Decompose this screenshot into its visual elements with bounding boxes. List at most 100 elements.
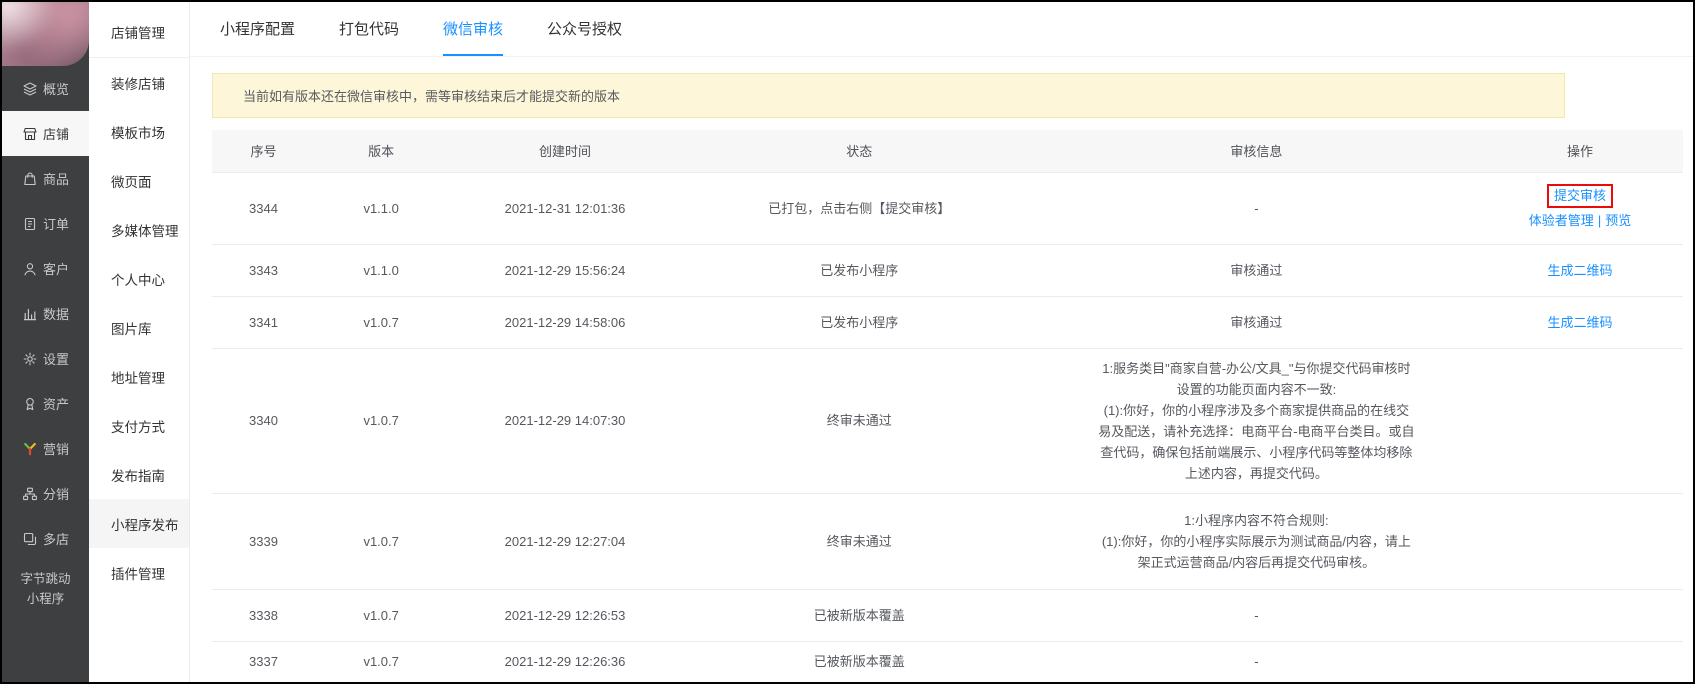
tab-miniprogram-config[interactable]: 小程序配置 [220, 2, 295, 56]
sidebar-item-shop[interactable]: 店铺 [2, 111, 89, 156]
cell-ops: 生成二维码 [1477, 244, 1683, 296]
sidebar-item-label: 概览 [43, 79, 69, 98]
sidebar-item-marketing[interactable]: 营销 [2, 426, 89, 471]
cell-seq: 3340 [212, 348, 315, 493]
table-header-row: 序号 版本 创建时间 状态 审核信息 操作 [212, 130, 1683, 172]
cell-status: 终审未通过 [683, 493, 1036, 589]
sidebar-item-overview[interactable]: 概览 [2, 66, 89, 111]
cell-status: 已被新版本覆盖 [683, 641, 1036, 681]
cell-info: 1:小程序内容不符合规则: (1):你好，你的小程序实际展示为测试商品/内容，请… [1036, 493, 1477, 589]
person-icon [22, 261, 38, 277]
cell-info: 1:服务类目"商家自营-办公/文具_"与你提交代码审核时 设置的功能页面内容不一… [1036, 348, 1477, 493]
cell-version: v1.0.7 [315, 348, 447, 493]
table-row: 3338 v1.0.7 2021-12-29 12:26:53 已被新版本覆盖 … [212, 589, 1683, 641]
submit-review-link[interactable]: 提交审核 [1547, 184, 1613, 208]
sidebar-item-assets[interactable]: 资产 [2, 381, 89, 426]
col-header-version: 版本 [315, 130, 447, 172]
sidebar-item-label: 订单 [43, 214, 69, 233]
sidebar-item-label: 客户 [43, 259, 69, 278]
sidebar-item-multistore[interactable]: 多店 [2, 516, 89, 561]
sidebar-item-label: 商品 [43, 169, 69, 188]
cell-status: 已打包，点击右侧【提交审核】 [683, 172, 1036, 244]
cell-status: 已发布小程序 [683, 244, 1036, 296]
col-header-info: 审核信息 [1036, 130, 1477, 172]
tab-official-account-auth[interactable]: 公众号授权 [547, 2, 622, 56]
link-separator: | [1598, 213, 1601, 228]
cell-status: 已被新版本覆盖 [683, 589, 1036, 641]
cell-info: - [1036, 641, 1477, 681]
cell-seq: 3339 [212, 493, 315, 589]
shop-submenu: 店铺管理 装修店铺 模板市场 微页面 多媒体管理 个人中心 图片库 地址管理 支… [89, 2, 190, 682]
cell-seq: 3344 [212, 172, 315, 244]
submenu-item-personal-center[interactable]: 个人中心 [89, 254, 189, 303]
sidebar-item-label: 分销 [43, 484, 69, 503]
submenu-item-plugin-manage[interactable]: 插件管理 [89, 548, 189, 597]
cell-created: 2021-12-29 12:27:04 [447, 493, 682, 589]
app-window: 概览 店铺 商品 订单 客户 [0, 0, 1695, 684]
cell-version: v1.1.0 [315, 172, 447, 244]
cell-created: 2021-12-29 12:26:53 [447, 589, 682, 641]
cell-info: - [1036, 172, 1477, 244]
sidebar-item-label: 多店 [43, 529, 69, 548]
tester-manage-link[interactable]: 体验者管理 [1529, 213, 1594, 228]
cell-created: 2021-12-29 12:26:36 [447, 641, 682, 681]
cell-created: 2021-12-29 14:07:30 [447, 348, 682, 493]
sidebar-item-data[interactable]: 数据 [2, 291, 89, 336]
table-row: 3344 v1.1.0 2021-12-31 12:01:36 已打包，点击右侧… [212, 172, 1683, 244]
main-panel: 小程序配置 打包代码 微信审核 公众号授权 当前如有版本还在微信审核中，需等审核… [190, 2, 1693, 682]
sidebar-item-label: 设置 [43, 349, 69, 368]
cell-ops: 提交审核 体验者管理 | 预览 [1477, 172, 1683, 244]
org-chart-icon [22, 486, 38, 502]
cell-ops [1477, 641, 1683, 681]
marketing-icon [22, 441, 38, 457]
submenu-item-template-market[interactable]: 模板市场 [89, 107, 189, 156]
cell-seq: 3341 [212, 296, 315, 348]
cell-created: 2021-12-29 15:56:24 [447, 244, 682, 296]
cell-created: 2021-12-31 12:01:36 [447, 172, 682, 244]
preview-link[interactable]: 预览 [1605, 213, 1631, 228]
generate-qr-link[interactable]: 生成二维码 [1548, 315, 1613, 330]
document-icon [22, 216, 38, 232]
sidebar-item-orders[interactable]: 订单 [2, 201, 89, 246]
submenu-item-publish-guide[interactable]: 发布指南 [89, 450, 189, 499]
cell-version: v1.0.7 [315, 641, 447, 681]
wechat-review-content: 当前如有版本还在微信审核中，需等审核结束后才能提交新的版本 序号 版本 创建时间… [190, 57, 1693, 681]
col-header-created: 创建时间 [447, 130, 682, 172]
cell-seq: 3337 [212, 641, 315, 681]
cell-info: - [1036, 589, 1477, 641]
submenu-item-payment-method[interactable]: 支付方式 [89, 401, 189, 450]
bag-icon [22, 171, 38, 187]
cell-info: 审核通过 [1036, 296, 1477, 348]
submenu-item-address-manage[interactable]: 地址管理 [89, 352, 189, 401]
table-row: 3337 v1.0.7 2021-12-29 12:26:36 已被新版本覆盖 … [212, 641, 1683, 681]
bar-chart-icon [22, 306, 38, 322]
sidebar-item-label: 店铺 [43, 124, 69, 143]
sidebar-item-customers[interactable]: 客户 [2, 246, 89, 291]
submenu-item-micro-page[interactable]: 微页面 [89, 156, 189, 205]
sidebar-item-distribution[interactable]: 分销 [2, 471, 89, 516]
tab-wechat-review[interactable]: 微信审核 [443, 2, 503, 56]
primary-sidebar: 概览 店铺 商品 订单 客户 [2, 2, 89, 682]
cell-version: v1.0.7 [315, 296, 447, 348]
generate-qr-link[interactable]: 生成二维码 [1548, 263, 1613, 278]
sidebar-item-label: 资产 [43, 394, 69, 413]
submenu-item-miniprogram-publish[interactable]: 小程序发布 [89, 499, 189, 548]
submenu-item-decorate-shop[interactable]: 装修店铺 [89, 58, 189, 107]
sidebar-item-bytedance-miniprogram[interactable]: 字节跳动 小程序 [2, 569, 89, 609]
tab-package-code[interactable]: 打包代码 [339, 2, 399, 56]
cell-version: v1.0.7 [315, 589, 447, 641]
cell-info: 审核通过 [1036, 244, 1477, 296]
table-row: 3339 v1.0.7 2021-12-29 12:27:04 终审未通过 1:… [212, 493, 1683, 589]
table-row: 3341 v1.0.7 2021-12-29 14:58:06 已发布小程序 审… [212, 296, 1683, 348]
sidebar-item-settings[interactable]: 设置 [2, 336, 89, 381]
submenu-item-media-manage[interactable]: 多媒体管理 [89, 205, 189, 254]
cell-ops: 生成二维码 [1477, 296, 1683, 348]
cell-status: 已发布小程序 [683, 296, 1036, 348]
cell-version: v1.1.0 [315, 244, 447, 296]
gear-icon [22, 351, 38, 367]
cell-ops [1477, 589, 1683, 641]
medal-icon [22, 396, 38, 412]
sidebar-item-goods[interactable]: 商品 [2, 156, 89, 201]
sidebar-item-label: 营销 [43, 439, 69, 458]
submenu-item-image-library[interactable]: 图片库 [89, 303, 189, 352]
